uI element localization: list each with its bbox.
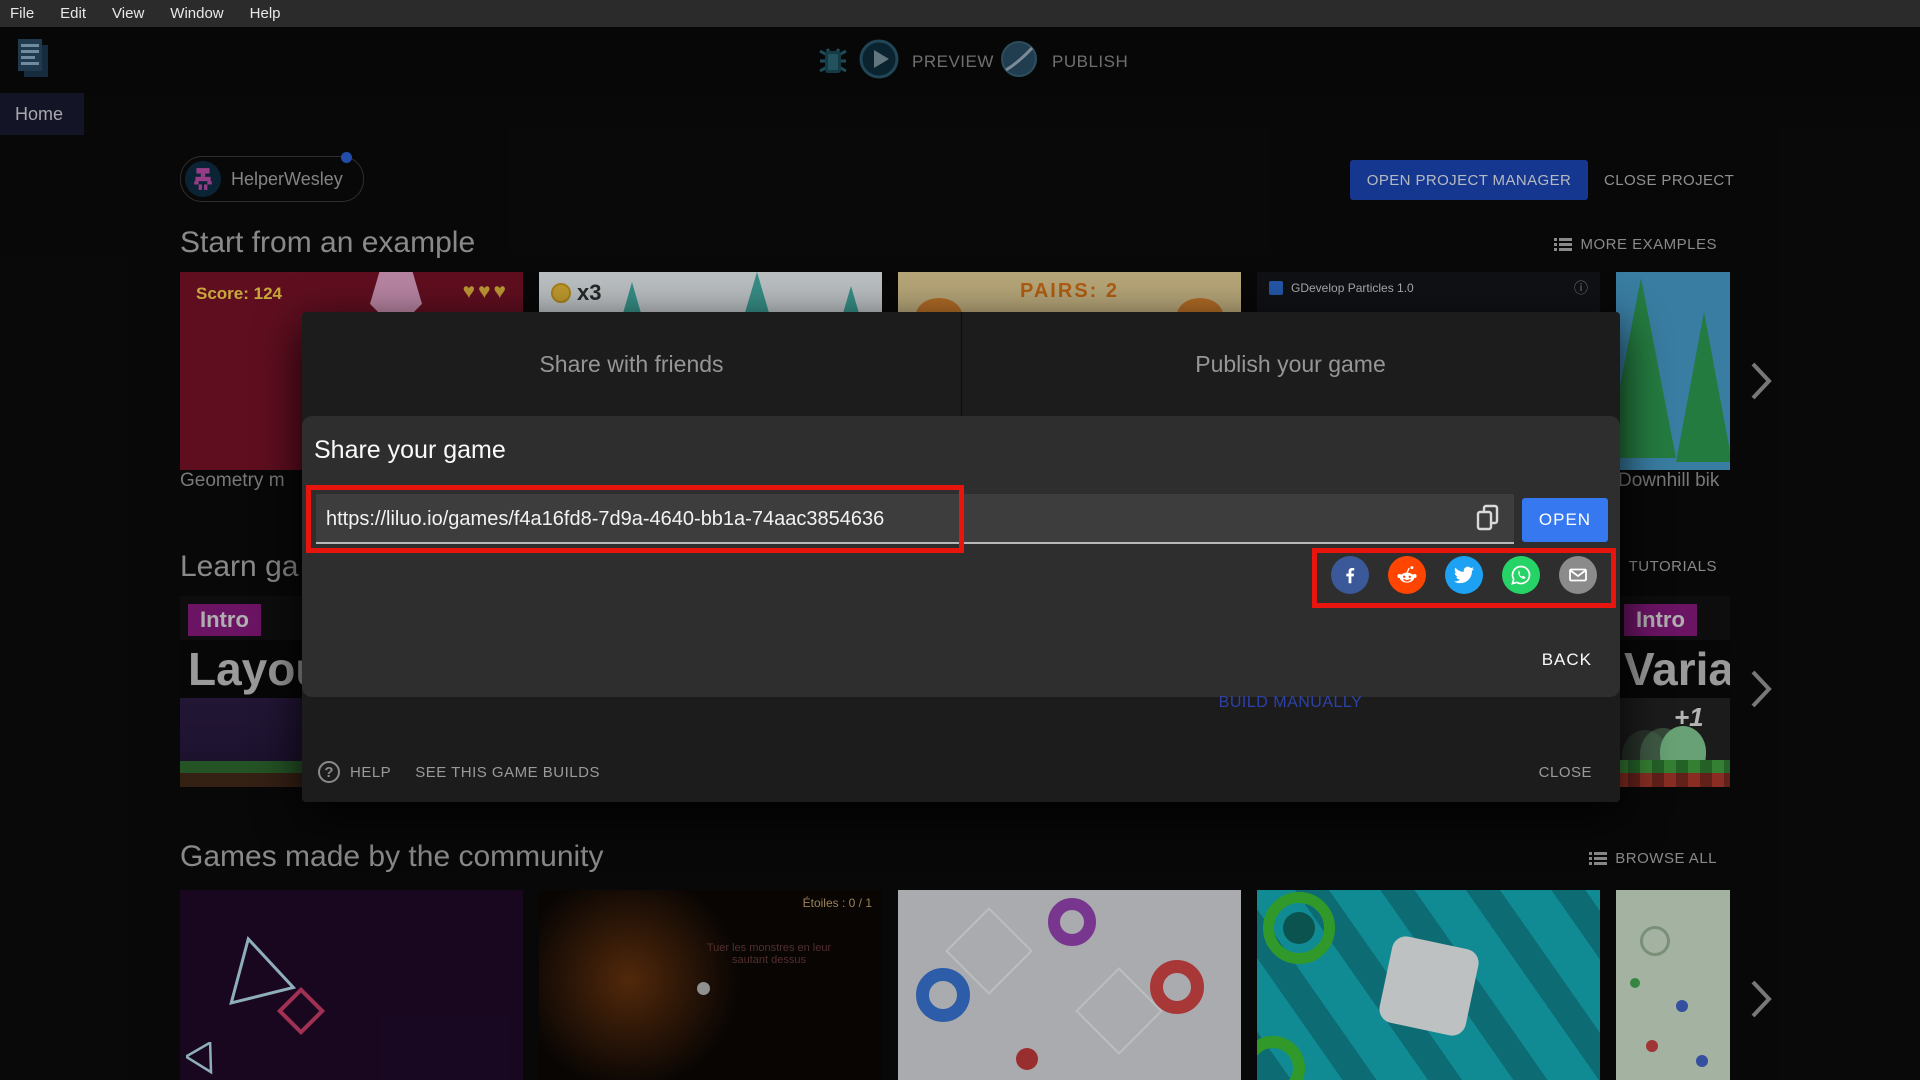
menu-view[interactable]: View <box>112 5 144 22</box>
menu-help[interactable]: Help <box>250 5 281 22</box>
back-button[interactable]: BACK <box>1542 650 1592 670</box>
annotation-box-social <box>1312 548 1616 608</box>
menu-edit[interactable]: Edit <box>60 5 86 22</box>
menu-bar: File Edit View Window Help <box>0 0 1920 27</box>
help-button[interactable]: ? HELP <box>318 761 391 783</box>
build-manually-button[interactable]: BUILD MANUALLY <box>961 694 1620 712</box>
menu-file[interactable]: File <box>10 5 34 22</box>
dialog-bottom-bar: ? HELP SEE THIS GAME BUILDS CLOSE <box>302 742 1620 802</box>
tab-divider <box>961 312 962 416</box>
help-icon: ? <box>318 761 340 783</box>
open-button[interactable]: OPEN <box>1522 498 1608 542</box>
tab-publish-your-game[interactable]: Publish your game <box>961 312 1620 416</box>
app-window: File Edit View Window Help PREVIEW PUBLI… <box>0 0 1920 1080</box>
annotation-box-url <box>306 485 964 553</box>
share-panel-title: Share your game <box>314 436 506 464</box>
see-game-builds-button[interactable]: SEE THIS GAME BUILDS <box>415 764 600 781</box>
help-label: HELP <box>350 763 392 781</box>
tab-share-with-friends[interactable]: Share with friends <box>302 312 961 416</box>
close-button[interactable]: CLOSE <box>1539 764 1592 781</box>
menu-window[interactable]: Window <box>170 5 223 22</box>
copy-icon[interactable] <box>1470 500 1506 536</box>
